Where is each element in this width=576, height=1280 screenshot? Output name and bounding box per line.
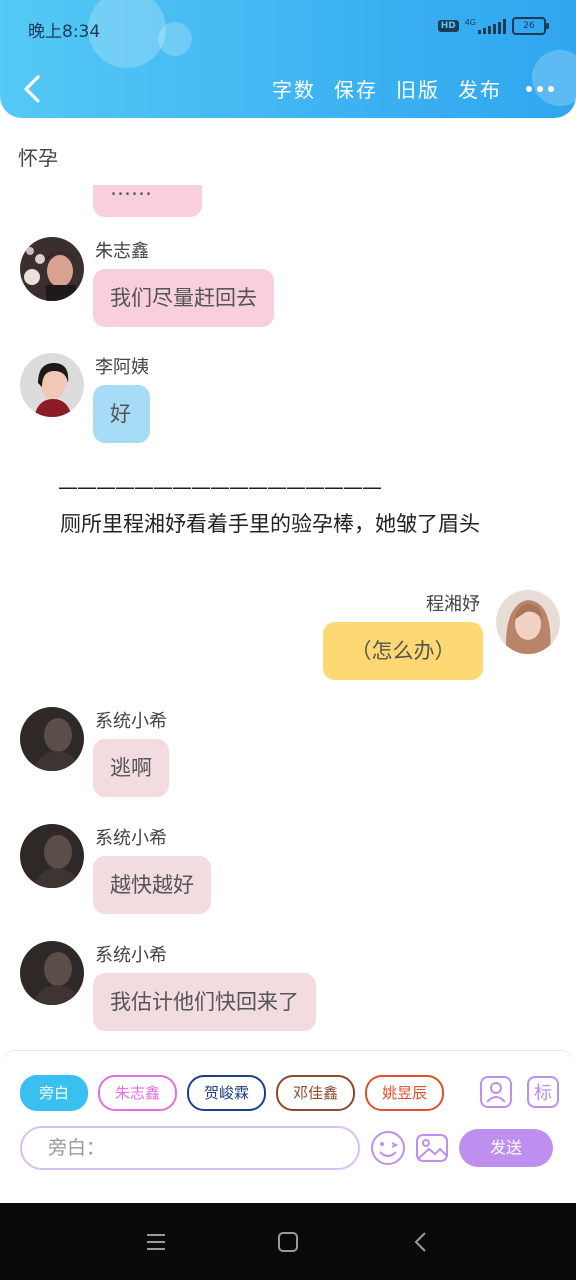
character-selector[interactable]: 旁白 朱志鑫 贺峻霖 邓佳鑫 姚昱辰 bbox=[20, 1075, 466, 1111]
avatar[interactable] bbox=[20, 237, 84, 301]
sender-name: 程湘妤 bbox=[426, 594, 480, 615]
decor-bubble bbox=[158, 22, 192, 56]
message-bubble[interactable]: 我们尽量赶回去 bbox=[93, 269, 274, 327]
chat-area[interactable]: …… 朱志鑫 我们尽量赶回去 李阿姨 好 ————————————————— 厕… bbox=[0, 185, 576, 1045]
app-header: 晚上8:34 HD 4G 26 字数 保存 旧版 发布 bbox=[0, 0, 576, 118]
character-chip[interactable]: 姚昱辰 bbox=[365, 1075, 445, 1111]
menu-nav-button[interactable] bbox=[145, 1231, 167, 1253]
word-count-button[interactable]: 字数 bbox=[272, 74, 316, 103]
home-square-icon bbox=[278, 1232, 298, 1252]
message-bubble[interactable]: …… bbox=[93, 185, 202, 217]
message-bubble[interactable]: 逃啊 bbox=[93, 739, 169, 797]
battery-level: 26 bbox=[523, 21, 535, 31]
tag-icon: 标 bbox=[527, 1076, 559, 1108]
header-actions: 字数 保存 旧版 发布 bbox=[272, 74, 554, 103]
battery-icon: 26 bbox=[512, 17, 549, 35]
back-chevron-icon bbox=[414, 1232, 426, 1252]
save-button[interactable]: 保存 bbox=[334, 74, 378, 103]
image-button[interactable] bbox=[414, 1130, 450, 1166]
send-button[interactable]: 发送 bbox=[459, 1129, 553, 1167]
hd-badge: HD bbox=[437, 20, 459, 32]
sender-name: 朱志鑫 bbox=[95, 241, 149, 262]
image-icon bbox=[416, 1134, 448, 1162]
message-bubble[interactable]: 越快越好 bbox=[93, 856, 211, 914]
character-chip[interactable]: 贺峻霖 bbox=[187, 1075, 267, 1111]
tag-button[interactable]: 标 bbox=[526, 1075, 560, 1109]
narration-text[interactable]: 厕所里程湘妤看着手里的验孕棒，她皱了眉头 bbox=[26, 508, 551, 541]
system-nav-bar bbox=[0, 1203, 576, 1280]
composer-panel: 旁白朱志鑫贺峻霖邓佳鑫姚昱辰 标 发送 bbox=[0, 1050, 576, 1203]
character-chip[interactable]: 邓佳鑫 bbox=[276, 1075, 356, 1111]
message-bubble[interactable]: （怎么办） bbox=[323, 622, 483, 680]
avatar[interactable] bbox=[20, 941, 84, 1005]
chapter-subtitle: 怀孕 bbox=[18, 146, 58, 170]
message-input-wrapper bbox=[20, 1126, 360, 1170]
back-button[interactable] bbox=[18, 72, 48, 106]
back-arrow-icon bbox=[24, 75, 40, 103]
sender-name: 系统小希 bbox=[95, 711, 167, 732]
message-bubble[interactable]: 好 bbox=[93, 385, 150, 443]
home-nav-button[interactable] bbox=[277, 1231, 299, 1253]
more-button[interactable] bbox=[520, 77, 554, 101]
emoji-button[interactable] bbox=[370, 1130, 406, 1166]
menu-icon bbox=[147, 1234, 165, 1250]
avatar[interactable] bbox=[20, 707, 84, 771]
back-nav-button[interactable] bbox=[410, 1231, 432, 1253]
status-time: 晚上8:34 bbox=[28, 22, 101, 42]
character-manage-button[interactable] bbox=[479, 1075, 513, 1109]
avatar[interactable] bbox=[20, 353, 84, 417]
sender-name: 系统小希 bbox=[95, 828, 167, 849]
sender-name: 系统小希 bbox=[95, 945, 167, 966]
signal-icon bbox=[478, 18, 506, 34]
sender-name: 李阿姨 bbox=[95, 357, 149, 378]
emoji-icon bbox=[371, 1131, 405, 1165]
more-dots-icon bbox=[526, 85, 532, 92]
message-input[interactable] bbox=[46, 1136, 330, 1160]
publish-button[interactable]: 发布 bbox=[458, 74, 502, 103]
tag-label: 标 bbox=[534, 1083, 552, 1104]
network-label: 4G bbox=[464, 17, 476, 27]
avatar[interactable] bbox=[20, 824, 84, 888]
status-icons: HD 4G 26 bbox=[437, 17, 549, 35]
character-chip-narrator[interactable]: 旁白 bbox=[20, 1075, 89, 1111]
character-chip[interactable]: 朱志鑫 bbox=[98, 1075, 178, 1111]
scene-divider: ————————————————— bbox=[58, 475, 382, 499]
message-bubble[interactable]: 我估计他们快回来了 bbox=[93, 973, 316, 1031]
avatar[interactable] bbox=[496, 590, 560, 654]
old-version-button[interactable]: 旧版 bbox=[396, 74, 440, 103]
person-card-icon bbox=[480, 1076, 512, 1108]
